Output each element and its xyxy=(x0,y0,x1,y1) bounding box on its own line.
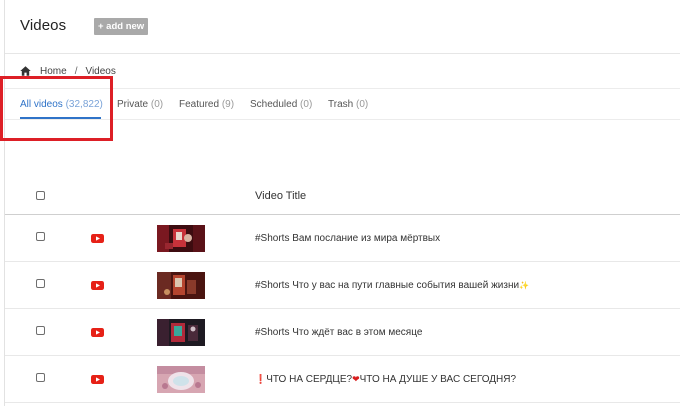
row-checkbox[interactable] xyxy=(36,232,45,241)
video-thumbnail[interactable] xyxy=(157,366,205,393)
active-tab-indicator xyxy=(20,117,101,119)
page-title: Videos xyxy=(20,17,67,34)
tab-label: All videos xyxy=(20,99,63,110)
tab-scheduled[interactable]: Scheduled (0) xyxy=(250,99,312,110)
breadcrumb-home-link[interactable]: Home xyxy=(40,66,67,77)
tab-private[interactable]: Private (0) xyxy=(117,99,163,110)
row-checkbox[interactable] xyxy=(36,279,45,288)
select-all-checkbox[interactable] xyxy=(36,191,45,200)
tab-count: (0) xyxy=(150,99,164,110)
youtube-icon xyxy=(91,328,104,337)
video-title-link[interactable]: #Shorts Что ждёт вас в этом месяце xyxy=(255,327,422,338)
status-tabs: All videos (32,822) Private (0) Featured… xyxy=(5,88,680,120)
video-title-text: ЧТО НА СЕРДЦЕ? xyxy=(266,374,353,385)
tab-featured[interactable]: Featured (9) xyxy=(179,99,234,110)
youtube-icon xyxy=(91,234,104,243)
video-thumbnail[interactable] xyxy=(157,272,205,299)
table-row: #Shorts Что у вас на пути главные событи… xyxy=(5,262,680,309)
home-icon[interactable] xyxy=(20,66,31,76)
row-checkbox[interactable] xyxy=(36,326,45,335)
table-row: #Shorts Вам послание из мира мёртвых xyxy=(5,215,680,262)
add-new-button[interactable]: + add new xyxy=(94,18,149,35)
tab-count: (0) xyxy=(355,99,369,110)
video-title-link[interactable]: #Shorts Что у вас на пути главные событи… xyxy=(255,280,529,291)
breadcrumb: Home / Videos xyxy=(20,64,116,78)
tab-count: (32,822) xyxy=(65,99,103,110)
video-title-text: #Shorts Что у вас на пути главные событи… xyxy=(255,280,520,291)
video-title-link[interactable]: #Shorts Вам послание из мира мёртвых xyxy=(255,233,440,244)
video-title-link[interactable]: ❗ЧТО НА СЕРДЦЕ?❤ЧТО НА ДУШЕ У ВАС СЕГОДН… xyxy=(255,374,516,385)
table-header: Video Title xyxy=(5,178,680,215)
row-checkbox[interactable] xyxy=(36,373,45,382)
video-thumbnail[interactable] xyxy=(157,319,205,346)
column-header-video-title[interactable]: Video Title xyxy=(255,190,306,202)
exclamation-icon: ❗ xyxy=(255,374,267,384)
table-row: ❗ЧТО НА СЕРДЦЕ?❤ЧТО НА ДУШЕ У ВАС СЕГОДН… xyxy=(5,356,680,403)
tab-count: (0) xyxy=(300,99,313,110)
tab-label: Scheduled xyxy=(250,99,298,110)
breadcrumb-current: Videos xyxy=(85,65,116,77)
page-header: Videos + add new xyxy=(5,0,680,54)
video-thumbnail[interactable] xyxy=(157,225,205,252)
tab-label: Trash xyxy=(328,99,354,110)
tab-all-videos[interactable]: All videos (32,822) xyxy=(20,99,103,110)
tab-label: Private xyxy=(117,99,149,110)
tab-trash[interactable]: Trash (0) xyxy=(328,99,368,110)
heart-icon: ❤ xyxy=(352,374,360,384)
tab-label: Featured xyxy=(179,99,220,110)
video-title-text-cont: ЧТО НА ДУШЕ У ВАС СЕГОДНЯ? xyxy=(359,374,517,385)
breadcrumb-separator: / xyxy=(74,65,78,77)
tab-count: (9) xyxy=(221,99,235,110)
youtube-icon xyxy=(91,281,104,290)
video-manager-panel: Videos + add new Home / Videos All video… xyxy=(4,0,680,406)
table-row: #Shorts Что ждёт вас в этом месяце xyxy=(5,309,680,356)
sparkles-icon: ✨ xyxy=(519,281,530,290)
youtube-icon xyxy=(91,375,104,384)
